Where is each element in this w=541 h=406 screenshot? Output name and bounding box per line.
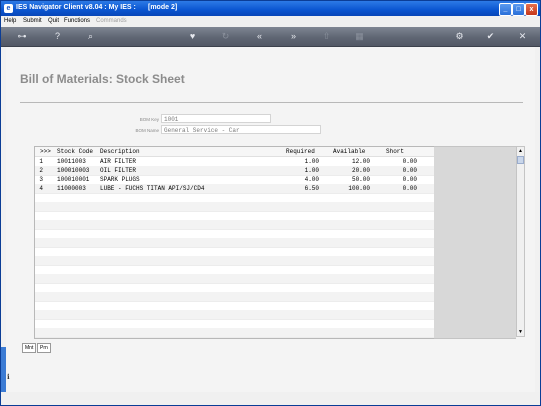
bom-name-field[interactable]: General Service - Car (161, 125, 321, 134)
description-cell: SPARK PLUGS (100, 176, 140, 183)
side-info-icon[interactable]: ℹ (7, 373, 10, 381)
short-cell: 0.00 (402, 185, 417, 192)
col-required[interactable]: Required (286, 147, 315, 156)
col-available[interactable]: Available (333, 147, 365, 156)
description-cell: AIR FILTER (100, 158, 137, 165)
grid-header: >>> Stock Code Description Required Avai… (35, 147, 435, 157)
fast-forward-icon[interactable]: » (287, 30, 300, 43)
row-number: 2 (39, 167, 43, 174)
description-cell: OIL FILTER (100, 167, 137, 174)
available-cell: 12.00 (351, 158, 370, 165)
window-title: IES Navigator Client v8.04 : My IES : (16, 4, 136, 11)
page-title: Bill of Materials: Stock Sheet (20, 72, 185, 86)
stock-code-cell: 100010003 (57, 167, 90, 174)
stock-grid: >>> Stock Code Description Required Avai… (34, 146, 436, 339)
required-cell: 4.00 (304, 176, 319, 183)
stock-code-cell: 10011003 (57, 158, 86, 165)
required-cell: 1.00 (304, 158, 319, 165)
stock-code-cell: 11000003 (57, 185, 86, 192)
menu-commands[interactable]: Commands (96, 18, 127, 24)
stock-code-cell: 100010001 (57, 176, 90, 183)
grid-vertical-scrollbar[interactable]: ▲ ▼ (516, 146, 525, 337)
app-logo-icon: e (4, 4, 13, 13)
bom-key-field[interactable]: 1001 (161, 114, 271, 123)
app-window: e IES Navigator Client v8.04 : My IES : … (0, 0, 541, 406)
row-number: 1 (39, 158, 43, 165)
col-description[interactable]: Description (100, 147, 140, 156)
bom-key-label: BOM Key (139, 117, 159, 122)
scroll-down-icon[interactable]: ▼ (517, 328, 524, 336)
menu-quit[interactable]: Quit (48, 18, 59, 24)
heart-icon[interactable]: ♥ (186, 30, 199, 43)
short-cell: 0.00 (402, 158, 417, 165)
menu-bar: Help Submit Quit Functions Commands (1, 16, 540, 27)
toolbar: ⊶ ? ⌕ ♥ ↻ « » ⇧ ▦ ⚙ ✔ ✕ (1, 27, 540, 47)
check-icon[interactable]: ✔ (484, 30, 497, 43)
help-icon[interactable]: ? (51, 30, 64, 43)
tab-mnt[interactable]: Mnt (22, 343, 37, 353)
close-icon[interactable]: ✕ (516, 30, 529, 43)
bom-name-label: BOM Name (135, 128, 159, 133)
available-cell: 50.00 (351, 176, 370, 183)
available-cell: 100.00 (348, 185, 370, 192)
window-mode: [mode 2] (148, 4, 178, 11)
status-bar (1, 392, 540, 405)
scroll-up-icon[interactable]: ▲ (517, 147, 524, 155)
grid-icon[interactable]: ▦ (353, 30, 366, 43)
required-cell: 1.00 (304, 167, 319, 174)
main-content: Bill of Materials: Stock Sheet BOM Key 1… (6, 47, 535, 392)
close-window-button[interactable]: x (525, 3, 538, 16)
menu-help[interactable]: Help (4, 18, 16, 24)
menu-functions[interactable]: Functions (64, 18, 90, 24)
description-cell: LUBE - FUCHS TITAN API/SJ/CD4 (100, 185, 205, 192)
search-icon[interactable]: ⌕ (84, 30, 97, 43)
row-number: 4 (39, 185, 43, 192)
refresh-icon[interactable]: ↻ (219, 30, 232, 43)
required-cell: 6.50 (304, 185, 319, 192)
key-icon[interactable]: ⊶ (11, 30, 33, 43)
short-cell: 0.00 (402, 176, 417, 183)
col-short[interactable]: Short (386, 147, 404, 156)
settings-icon[interactable]: ⚙ (453, 30, 466, 43)
left-side-strip (1, 347, 6, 392)
table-row[interactable] (35, 328, 435, 338)
title-divider (20, 102, 523, 103)
minimize-button[interactable]: _ (499, 3, 512, 16)
col-marker[interactable]: >>> (40, 147, 51, 156)
title-bar: e IES Navigator Client v8.04 : My IES : … (1, 1, 540, 16)
available-cell: 20.00 (351, 167, 370, 174)
col-stock-code[interactable]: Stock Code (57, 147, 93, 156)
grid-side-panel (434, 146, 516, 339)
maximize-button[interactable]: □ (512, 3, 525, 16)
row-number: 3 (39, 176, 43, 183)
rewind-icon[interactable]: « (253, 30, 266, 43)
menu-submit[interactable]: Submit (23, 18, 42, 24)
upload-icon[interactable]: ⇧ (320, 30, 333, 43)
short-cell: 0.00 (402, 167, 417, 174)
scroll-thumb[interactable] (517, 156, 524, 164)
tab-prn[interactable]: Prn (37, 343, 51, 353)
